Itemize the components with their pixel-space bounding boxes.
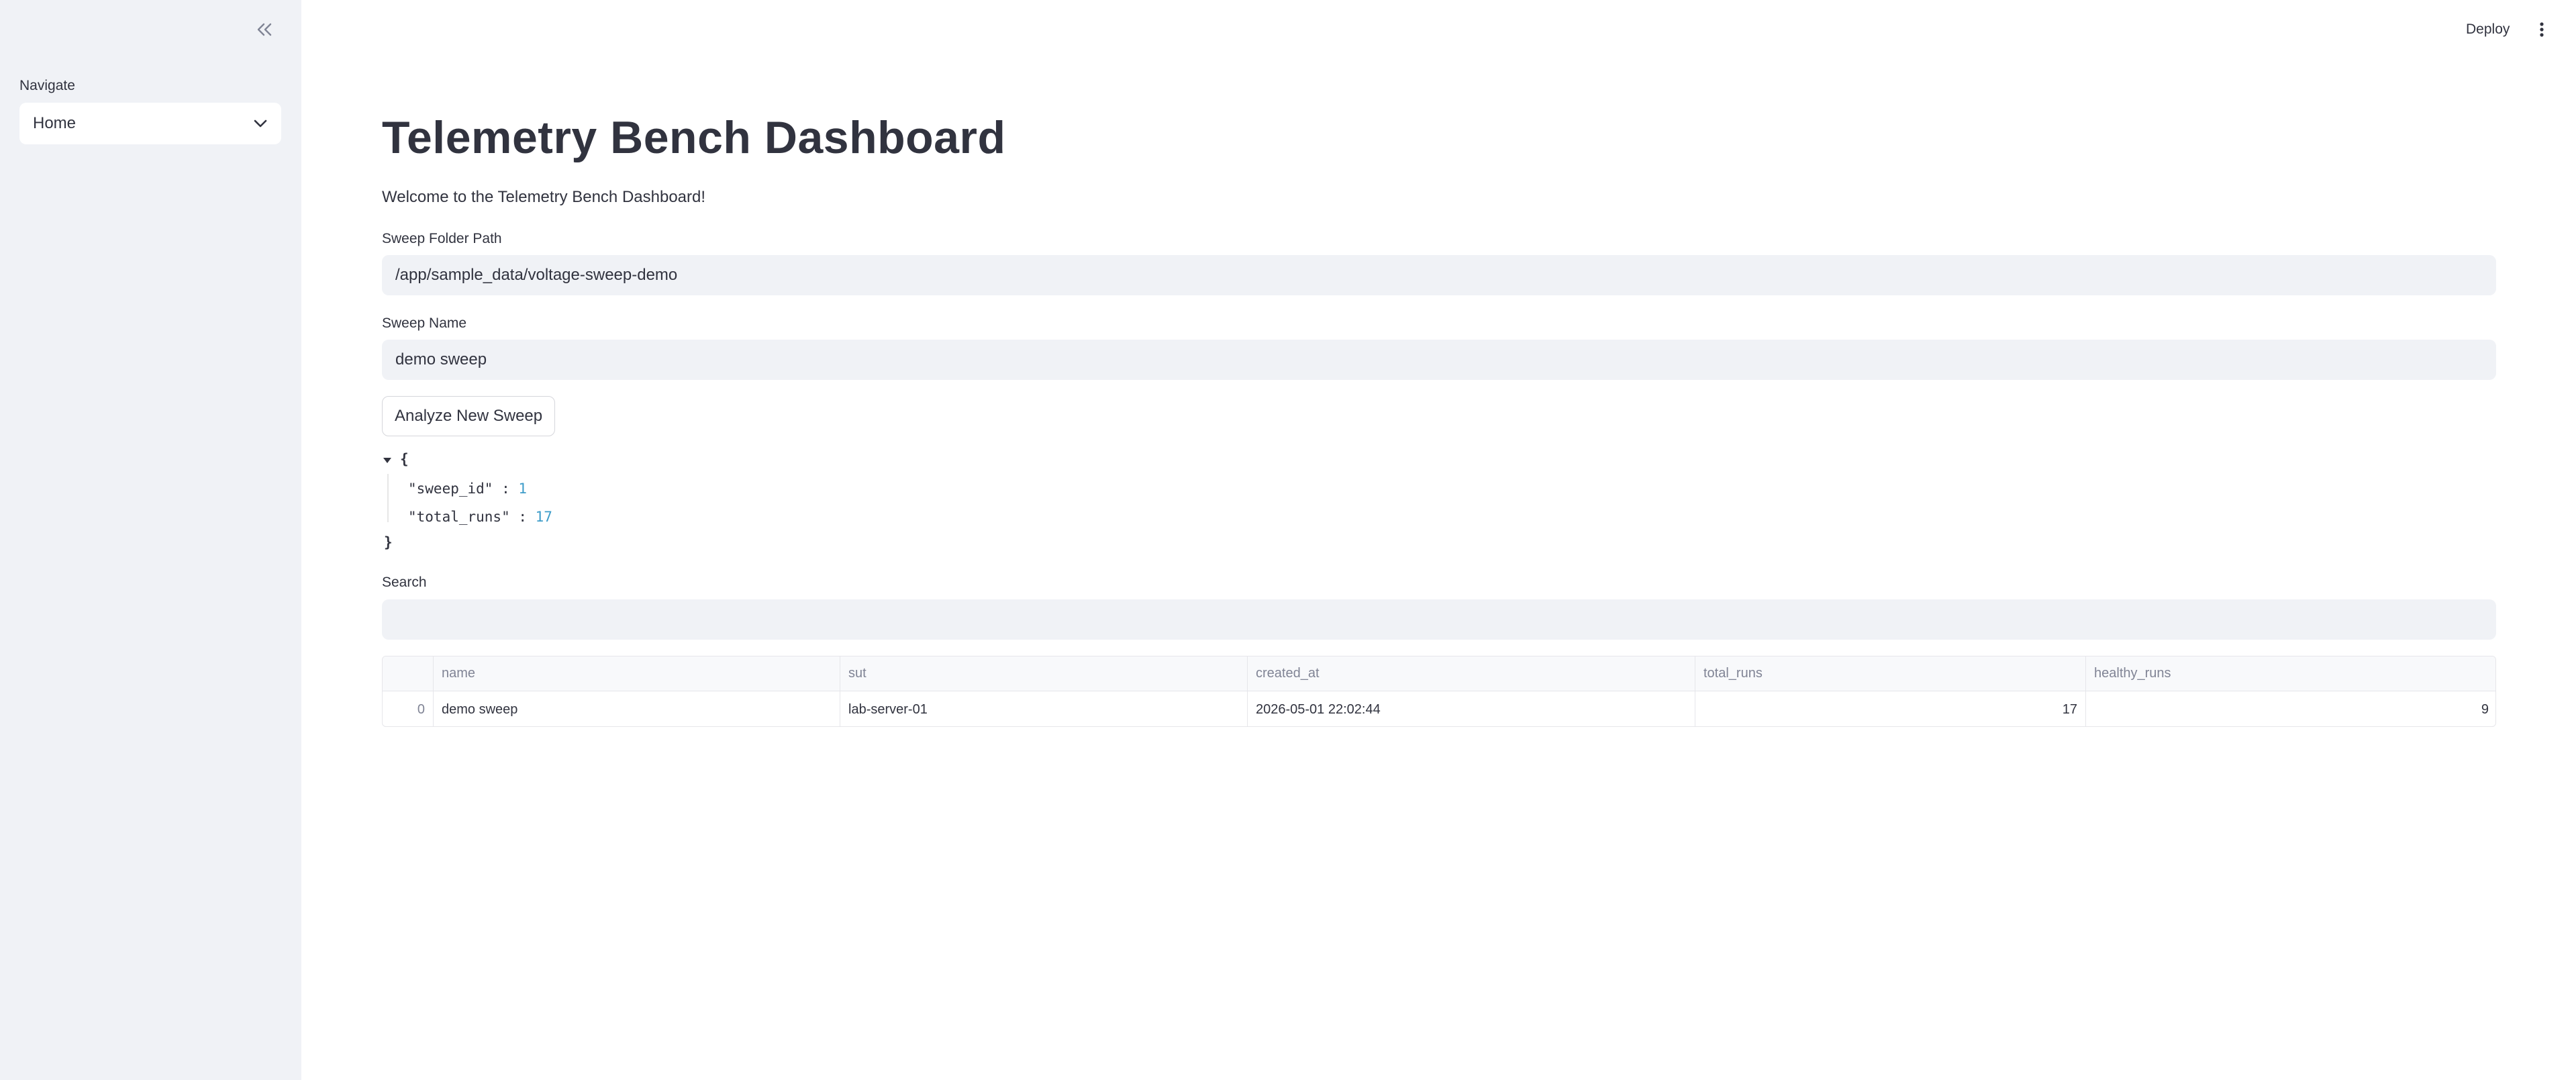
analyze-sweep-button[interactable]: Analyze New Sweep bbox=[382, 396, 556, 436]
table-cell-total-runs[interactable]: 17 bbox=[1695, 691, 2086, 726]
kebab-menu-icon bbox=[2540, 22, 2544, 37]
search-label: Search bbox=[382, 575, 427, 590]
welcome-text: Welcome to the Telemetry Bench Dashboard… bbox=[382, 188, 706, 206]
sidebar: Navigate Home bbox=[0, 0, 301, 1080]
sweep-folder-label: Sweep Folder Path bbox=[382, 231, 502, 246]
table-cell-healthy-runs[interactable]: 9 bbox=[2086, 691, 2495, 726]
search-input[interactable] bbox=[382, 599, 2496, 640]
table-row: 0 demo sweep lab-server-01 2026-05-01 22… bbox=[383, 691, 2495, 726]
column-header-created-at[interactable]: created_at bbox=[1248, 656, 1695, 691]
json-key: "sweep_id" bbox=[408, 481, 493, 497]
column-header-healthy-runs[interactable]: healthy_runs bbox=[2086, 656, 2495, 691]
page-title: Telemetry Bench Dashboard bbox=[382, 112, 1006, 163]
navigate-select-value: Home bbox=[33, 114, 77, 132]
table-cell-created-at[interactable]: 2026-05-01 22:02:44 bbox=[1248, 691, 1695, 726]
column-header-sut[interactable]: sut bbox=[840, 656, 1248, 691]
json-open-brace: { bbox=[400, 451, 409, 467]
navigate-label: Navigate bbox=[19, 78, 75, 93]
table-cell-name[interactable]: demo sweep bbox=[434, 691, 840, 726]
column-header-name[interactable]: name bbox=[434, 656, 840, 691]
table-cell-index[interactable]: 0 bbox=[383, 691, 434, 726]
sweep-name-input[interactable]: demo sweep bbox=[382, 340, 2496, 380]
deploy-button[interactable]: Deploy bbox=[2466, 17, 2510, 42]
main-menu-button[interactable] bbox=[2532, 17, 2552, 42]
json-entry: "total_runs" : 17 bbox=[408, 509, 552, 525]
sweep-folder-input[interactable]: /app/sample_data/voltage-sweep-demo bbox=[382, 255, 2496, 295]
json-entry: "sweep_id" : 1 bbox=[408, 481, 527, 497]
column-header-total-runs[interactable]: total_runs bbox=[1695, 656, 2086, 691]
table-cell-sut[interactable]: lab-server-01 bbox=[840, 691, 1248, 726]
json-close-brace: } bbox=[384, 534, 393, 550]
collapse-sidebar-button[interactable] bbox=[251, 17, 278, 42]
json-separator: : bbox=[493, 481, 519, 497]
data-table: name sut created_at total_runs healthy_r… bbox=[382, 656, 2496, 727]
chevron-down-icon bbox=[254, 119, 267, 128]
json-separator: : bbox=[509, 509, 536, 525]
json-key: "total_runs" bbox=[408, 509, 510, 525]
app-window: Navigate Home Deploy Telemetry Bench Das… bbox=[0, 0, 2576, 1080]
sweep-name-label: Sweep Name bbox=[382, 315, 467, 331]
json-value: 1 bbox=[518, 481, 528, 497]
column-header-index[interactable] bbox=[383, 656, 434, 691]
navigate-select[interactable]: Home bbox=[19, 103, 281, 144]
table-header: name sut created_at total_runs healthy_r… bbox=[383, 656, 2495, 691]
json-value: 17 bbox=[535, 509, 552, 525]
json-indent-rail bbox=[387, 474, 389, 522]
collapse-triangle-icon[interactable] bbox=[382, 456, 393, 464]
double-chevron-left-icon bbox=[257, 23, 272, 36]
